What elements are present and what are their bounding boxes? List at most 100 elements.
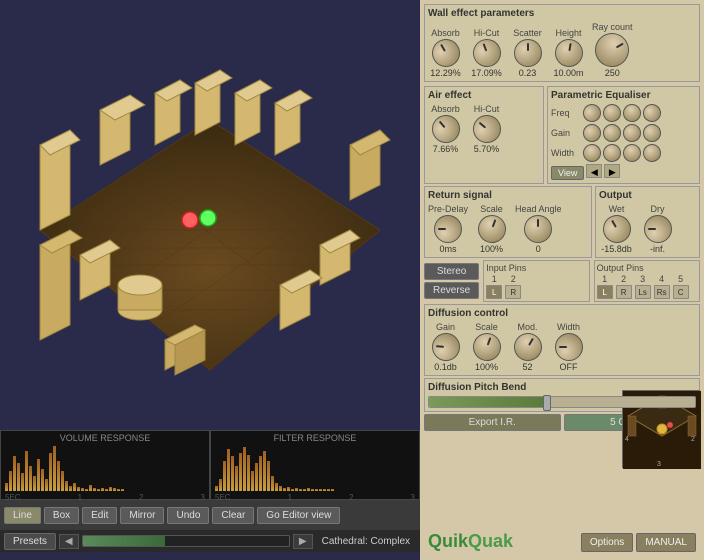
eq-freq-label: Freq: [551, 108, 581, 118]
diffusion-mod-knob[interactable]: [508, 328, 546, 366]
output-wet-value: -15.8db: [599, 244, 634, 254]
output-dry-knob[interactable]: [644, 215, 672, 243]
eq-freq-knob-1[interactable]: [580, 101, 603, 124]
air-absorb-group: Absorb 7.66%: [428, 104, 463, 154]
3d-scene[interactable]: [0, 0, 420, 430]
svg-text:4: 4: [625, 436, 629, 443]
diffusion-gain-knob[interactable]: [430, 332, 460, 362]
box-button[interactable]: Box: [44, 507, 79, 524]
wall-scatter-label: Scatter: [513, 28, 542, 38]
return-predelay-knob[interactable]: [434, 215, 462, 243]
output-title: Output: [599, 190, 696, 201]
return-headangle-knob[interactable]: [524, 215, 552, 243]
out-pin-l-button[interactable]: L: [597, 285, 613, 299]
output-pin-numbers: 1 2 3 4 5: [597, 274, 697, 284]
pitch-slider[interactable]: [428, 396, 696, 408]
wall-height-knob[interactable]: [552, 37, 584, 69]
output-pins-label: Output Pins: [597, 263, 697, 273]
eq-freq-knob-2[interactable]: [602, 103, 623, 124]
wall-absorb-knob[interactable]: [426, 34, 464, 72]
brand-quik: Quik: [428, 531, 468, 551]
out-pin-4: 4: [654, 274, 670, 284]
clear-button[interactable]: Clear: [212, 507, 254, 524]
eq-view-button[interactable]: View: [551, 166, 584, 180]
out-pin-ls-button[interactable]: Ls: [635, 285, 651, 299]
pitch-slider-container[interactable]: [428, 396, 696, 408]
input-pin-r-button[interactable]: R: [505, 285, 521, 299]
eq-width-knob-2[interactable]: [601, 142, 623, 164]
wall-scatter-knob[interactable]: [514, 39, 542, 67]
wall-knobs-row: Absorb 12.29% Hi-Cut 17.09% Scatter 0.23…: [428, 22, 696, 78]
preset-progress[interactable]: [82, 535, 290, 547]
eq-gain-knob-1[interactable]: [583, 124, 601, 142]
go-editor-button[interactable]: Go Editor view: [257, 507, 340, 524]
eq-next-button[interactable]: ▶: [604, 164, 620, 178]
input-pin-num-2: 2: [505, 274, 521, 284]
pitch-slider-fill: [429, 397, 549, 407]
filter-response-label: FILTER RESPONSE: [211, 431, 419, 443]
options-button[interactable]: Options: [581, 533, 633, 552]
return-signal-title: Return signal: [428, 190, 588, 201]
wall-hicut-knob[interactable]: [469, 35, 505, 71]
eq-section: Parametric Equaliser Freq Gain Width: [547, 86, 700, 184]
undo-button[interactable]: Undo: [167, 507, 209, 524]
wall-raycount-group: Ray count 250: [592, 22, 633, 78]
volume-waveform: [1, 443, 209, 493]
input-pin-buttons: L R: [486, 285, 586, 299]
air-hicut-knob[interactable]: [467, 109, 506, 148]
return-scale-knob[interactable]: [474, 211, 510, 247]
out-pin-rs-button[interactable]: Rs: [654, 285, 670, 299]
air-absorb-label: Absorb: [431, 104, 460, 114]
eq-width-knob-1[interactable]: [580, 141, 603, 164]
next-preset-button[interactable]: ▶: [293, 534, 313, 549]
air-hicut-group: Hi-Cut 5.70%: [469, 104, 504, 154]
wall-raycount-value: 250: [595, 68, 630, 78]
diffusion-width-knob[interactable]: [555, 333, 583, 361]
export-ir-button[interactable]: Export I.R.: [424, 414, 561, 431]
diffusion-scale-group: Scale 100%: [469, 322, 504, 372]
air-hicut-value: 5.70%: [469, 144, 504, 154]
output-knobs-row: Wet -15.8db Dry -inf.: [599, 204, 696, 254]
brand: QuikQuak: [428, 531, 513, 552]
stereo-button[interactable]: Stereo: [424, 263, 479, 280]
presets-button[interactable]: Presets: [4, 533, 56, 550]
diffusion-section: Diffusion control Gain 0.1db Scale 100% …: [424, 304, 700, 376]
manual-button[interactable]: MANUAL: [636, 533, 696, 552]
wall-height-value: 10.00m: [551, 68, 586, 78]
edit-button[interactable]: Edit: [82, 507, 117, 524]
air-absorb-knob[interactable]: [426, 109, 465, 148]
eq-gain-knob-2[interactable]: [603, 124, 621, 142]
diffusion-title: Diffusion control: [428, 308, 696, 319]
eq-width-knob-3[interactable]: [620, 141, 644, 165]
line-button[interactable]: Line: [4, 507, 41, 524]
eq-freq-knob-3[interactable]: [620, 101, 645, 126]
mirror-button[interactable]: Mirror: [120, 507, 164, 524]
eq-width-knob-4[interactable]: [642, 143, 663, 164]
wall-hicut-label: Hi-Cut: [474, 28, 500, 38]
wall-hicut-group: Hi-Cut 17.09%: [469, 28, 504, 78]
diffusion-width-label: Width: [557, 322, 580, 332]
prev-preset-button[interactable]: ◀: [59, 534, 79, 549]
output-dry-group: Dry -inf.: [640, 204, 675, 254]
output-wet-knob[interactable]: [597, 210, 635, 248]
diffusion-mod-label: Mod.: [517, 322, 537, 332]
input-pin-l-button[interactable]: L: [486, 285, 502, 299]
air-absorb-value: 7.66%: [428, 144, 463, 154]
eq-gain-knob-3[interactable]: [623, 124, 641, 142]
eq-prev-button[interactable]: ◀: [586, 164, 602, 178]
eq-controls: View ◀ ▶: [551, 164, 696, 180]
diffusion-scale-knob[interactable]: [469, 329, 505, 365]
reverse-button[interactable]: Reverse: [424, 282, 479, 299]
filter-response-panel: FILTER RESPONSE 5EC123: [210, 430, 420, 500]
return-headangle-label: Head Angle: [515, 204, 562, 214]
pitch-slider-thumb[interactable]: [543, 395, 551, 411]
eq-gain-knob-4[interactable]: [643, 124, 661, 142]
wall-raycount-label: Ray count: [592, 22, 633, 32]
out-pin-c-button[interactable]: C: [673, 285, 689, 299]
input-pin-num-1: 1: [486, 274, 502, 284]
eq-freq-knob-4[interactable]: [642, 103, 663, 124]
eq-width-label: Width: [551, 148, 581, 158]
svg-text:3: 3: [657, 461, 661, 468]
out-pin-r-button[interactable]: R: [616, 285, 632, 299]
wall-raycount-knob[interactable]: [589, 27, 635, 73]
